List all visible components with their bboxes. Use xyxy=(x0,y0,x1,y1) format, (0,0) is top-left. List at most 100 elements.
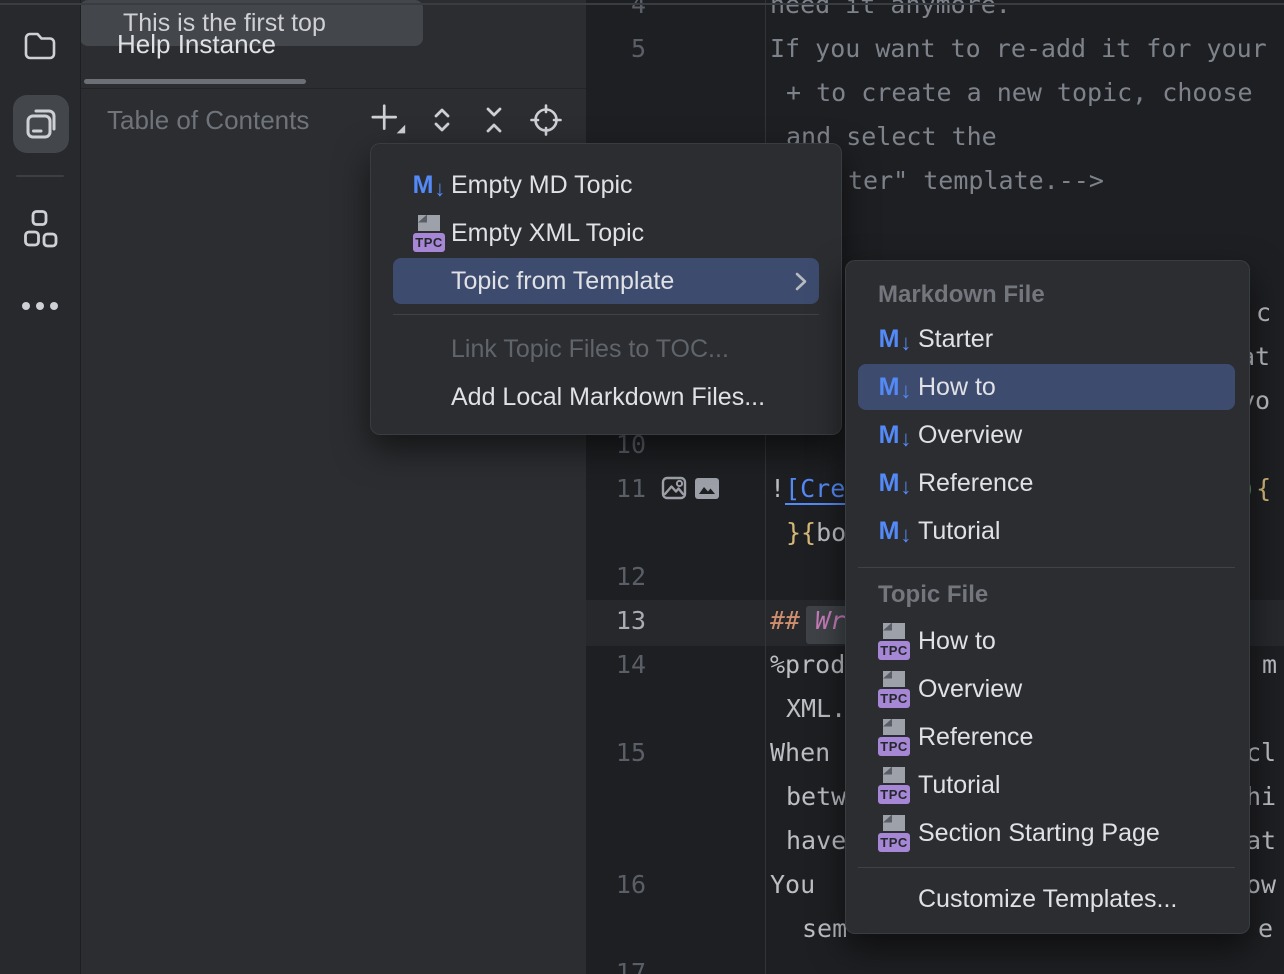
plus-dropdown-icon xyxy=(369,101,409,139)
sidebar-item-project[interactable] xyxy=(16,22,64,70)
code-row: You xyxy=(770,868,815,902)
markdown-file-icon: M↓ xyxy=(876,423,914,448)
folder-icon xyxy=(23,31,57,61)
tool-window-stripe xyxy=(0,0,81,974)
line-number: 5 xyxy=(586,32,646,66)
sidebar-item-table-of-contents[interactable] xyxy=(13,95,69,153)
fold-icon xyxy=(478,104,510,136)
code-segment: have xyxy=(786,826,846,855)
menu-item-add-local-markdown[interactable]: Add Local Markdown Files... xyxy=(371,373,841,421)
menu-item-link-topic-files[interactable]: Link Topic Files to TOC... xyxy=(371,325,841,373)
code-segment: %prod xyxy=(770,650,845,679)
submenu-item-md-how-to[interactable]: M↓ How to xyxy=(846,363,1249,411)
code-row: at xyxy=(1246,824,1276,858)
section-title: Table of Contents xyxy=(107,105,309,136)
markdown-file-icon: M↓ xyxy=(876,471,914,496)
submenu-item-md-starter[interactable]: M↓ Starter xyxy=(846,315,1249,363)
expand-all-button[interactable] xyxy=(422,101,462,139)
markdown-file-icon: M↓ xyxy=(876,375,914,400)
add-topic-context-menu: M↓ Empty MD Topic TPC Empty XML Topic To… xyxy=(370,143,842,435)
code-row: ter" template.--> xyxy=(848,164,1104,198)
markdown-file-icon: M↓ xyxy=(876,519,914,544)
menu-item-empty-md-topic[interactable]: M↓ Empty MD Topic xyxy=(371,161,841,209)
line-number: 13 xyxy=(586,604,646,638)
submenu-item-md-tutorial[interactable]: M↓ Tutorial xyxy=(846,507,1249,555)
code-row: betw xyxy=(786,780,846,814)
submenu-item-tpc-tutorial[interactable]: TPC Tutorial xyxy=(846,761,1249,809)
sidebar-item-more[interactable] xyxy=(14,286,66,326)
code-segment: bo xyxy=(816,518,846,547)
code-segment: ! xyxy=(770,474,785,503)
code-row: ## Wr xyxy=(770,604,845,638)
code-row: m xyxy=(1262,648,1277,682)
image-filled-icon[interactable] xyxy=(694,477,720,501)
code-segment: ## xyxy=(770,606,815,635)
submenu-chevron-icon xyxy=(795,272,807,291)
topic-file-icon: TPC xyxy=(876,767,912,804)
locate-selection-button[interactable] xyxy=(526,101,566,139)
tool-window-tab[interactable]: Help Instance xyxy=(117,29,276,60)
code-segment: You xyxy=(770,870,815,899)
code-segment: ow xyxy=(1246,870,1276,899)
submenu-section-header: Markdown File xyxy=(878,279,1045,311)
line-number: 12 xyxy=(586,560,646,594)
menu-item-topic-from-template[interactable]: Topic from Template xyxy=(371,257,841,305)
line-number: 16 xyxy=(586,868,646,902)
sidebar-item-structure[interactable] xyxy=(18,205,64,255)
code-segment: Wr xyxy=(815,606,845,635)
add-topic-button[interactable] xyxy=(369,101,409,139)
stripe-divider xyxy=(16,175,64,177)
submenu-separator xyxy=(858,867,1235,868)
menu-separator xyxy=(393,314,819,315)
header-divider xyxy=(80,88,586,89)
topic-file-icon: TPC xyxy=(411,215,447,252)
more-dots-icon xyxy=(18,300,62,312)
submenu-item-tpc-overview[interactable]: TPC Overview xyxy=(846,665,1249,713)
code-row: c xyxy=(1256,296,1271,330)
submenu-item-md-overview[interactable]: M↓ Overview xyxy=(846,411,1249,459)
code-segment: XML. xyxy=(786,694,846,723)
code-row: %prod xyxy=(770,648,845,682)
menu-item-empty-xml-topic[interactable]: TPC Empty XML Topic xyxy=(371,209,841,257)
code-row: sem xyxy=(802,912,847,946)
code-segment: + to create a new topic, choose xyxy=(786,78,1253,107)
markdown-file-icon: M↓ xyxy=(409,173,449,198)
submenu-item-tpc-how-to[interactable]: TPC How to xyxy=(846,617,1249,665)
unfold-icon xyxy=(426,104,458,136)
code-segment: hi xyxy=(1246,782,1276,811)
submenu-item-tpc-reference[interactable]: TPC Reference xyxy=(846,713,1249,761)
code-segment: When xyxy=(770,738,830,767)
submenu-section-header: Topic File xyxy=(878,579,988,611)
collapse-all-button[interactable] xyxy=(474,101,514,139)
topic-template-submenu: Markdown File M↓ Starter M↓ How to M↓ Ov… xyxy=(845,260,1250,934)
topic-file-icon: TPC xyxy=(876,815,912,852)
window-top-border xyxy=(0,3,1284,5)
markdown-file-icon: M↓ xyxy=(876,327,914,352)
topic-file-icon: TPC xyxy=(876,719,912,756)
line-number: 17 xyxy=(586,956,646,974)
code-row: e xyxy=(1258,912,1273,946)
copy-pages-icon xyxy=(21,104,61,144)
ide-window: need it anymore.If you want to re-add it… xyxy=(0,0,1284,974)
code-row: cl xyxy=(1246,736,1276,770)
code-row: hi xyxy=(1246,780,1276,814)
code-segment: [Cre xyxy=(785,474,845,503)
submenu-item-md-reference[interactable]: M↓ Reference xyxy=(846,459,1249,507)
submenu-item-customize-templates[interactable]: Customize Templates... xyxy=(846,875,1249,923)
crosshair-icon xyxy=(529,103,563,137)
code-segment: sem xyxy=(802,914,847,943)
submenu-item-tpc-section-starting-page[interactable]: TPC Section Starting Page xyxy=(846,809,1249,857)
line-number: 11 xyxy=(586,472,646,506)
code-row: ow xyxy=(1246,868,1276,902)
code-row: When xyxy=(770,736,830,770)
image-outline-icon[interactable] xyxy=(661,475,687,501)
code-segment: e xyxy=(1258,914,1273,943)
code-segment: }{ xyxy=(786,518,816,547)
code-row: XML. xyxy=(786,692,846,726)
structure-icon xyxy=(24,210,58,250)
code-segment: cl xyxy=(1246,738,1276,767)
code-segment: If you want to re-add it for your xyxy=(770,34,1267,63)
code-row: If you want to re-add it for your xyxy=(770,32,1267,66)
line-number: 14 xyxy=(586,648,646,682)
line-number: 15 xyxy=(586,736,646,770)
